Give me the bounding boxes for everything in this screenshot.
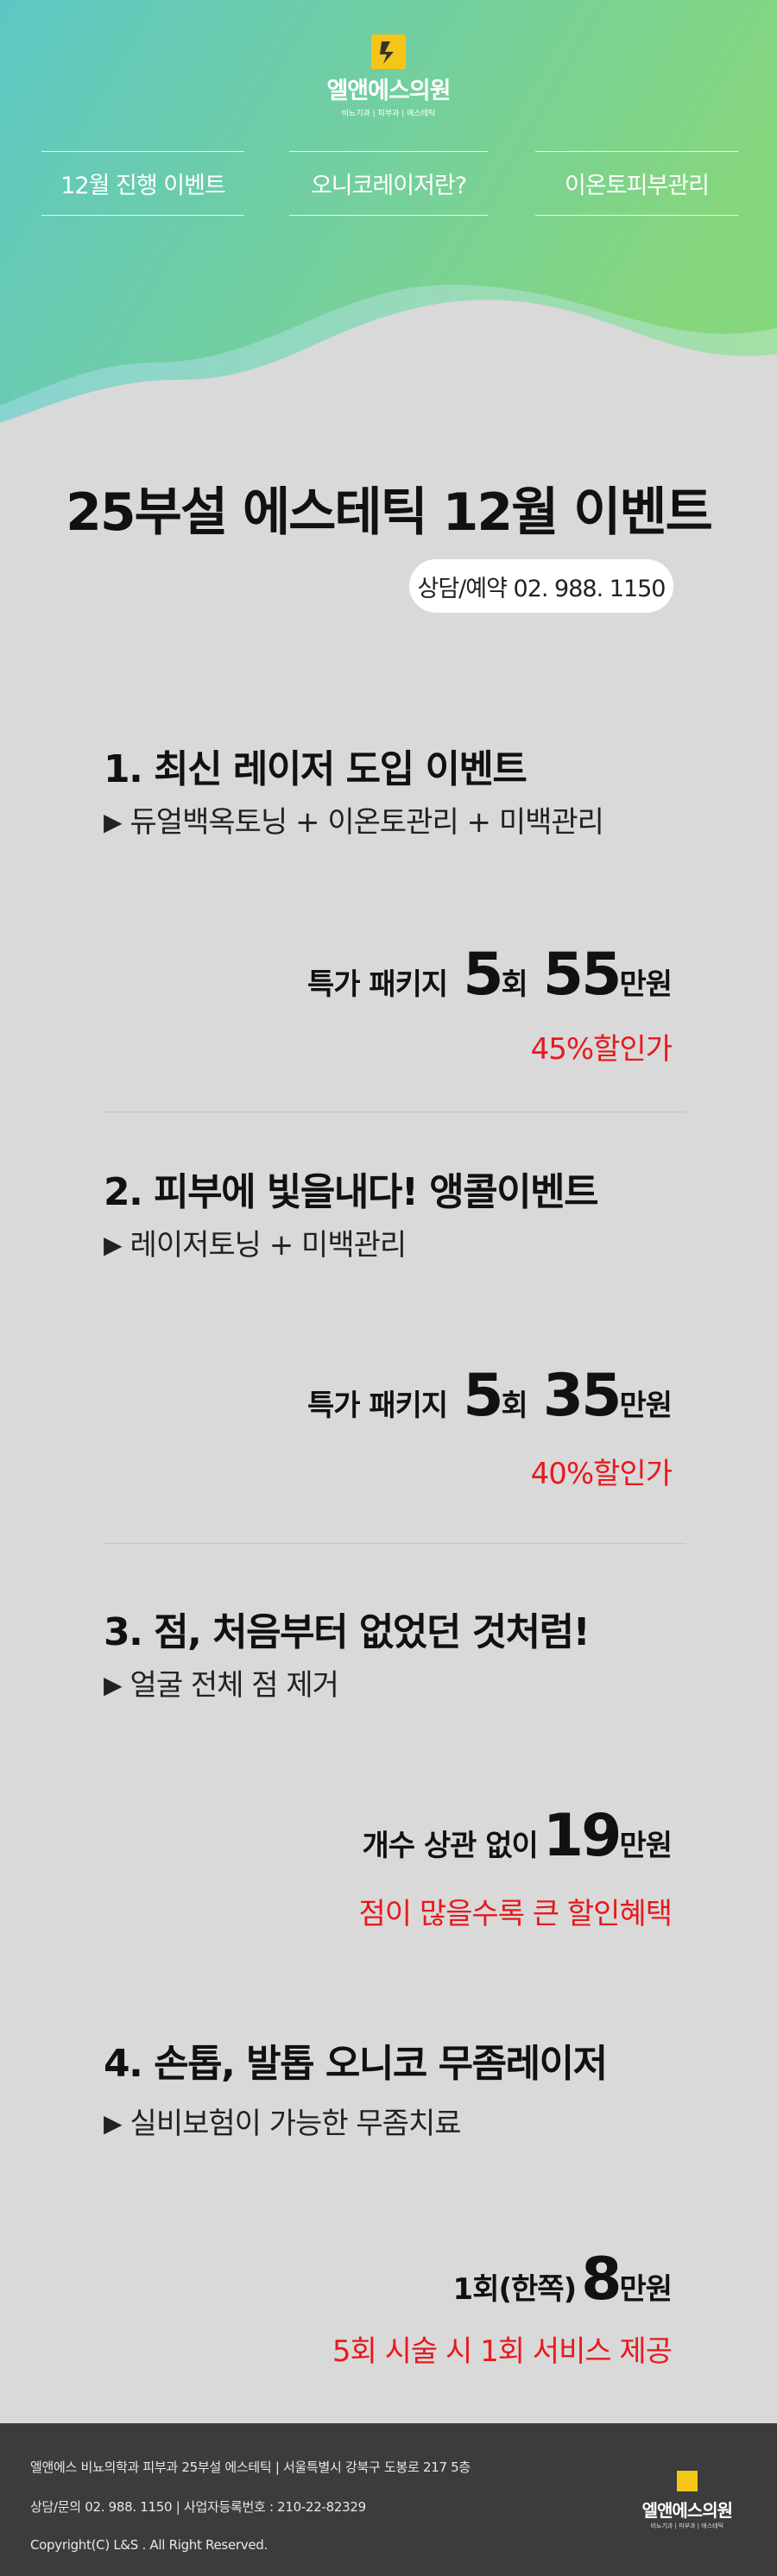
page-title: 25부설 에스테틱 12월 이벤트 bbox=[66, 482, 713, 543]
session-unit: 회 bbox=[501, 967, 528, 1002]
price-amount: 8 bbox=[581, 2245, 622, 2314]
event-discount-note: 점이 많을수록 큰 할인혜택 bbox=[358, 1897, 673, 1931]
divider bbox=[104, 1543, 686, 1544]
event-description-text: 듀얼백옥토닝 + 이온토관리 + 미백관리 bbox=[130, 805, 604, 840]
event-description: ▶ 실비보험이 가능한 무좀치료 bbox=[104, 2100, 462, 2142]
footer-brand-subtitle: 비뇨기과 | 피부과 | 에스테틱 bbox=[650, 2522, 724, 2529]
event-price: 1회(한쪽) 8 만원 bbox=[452, 2245, 673, 2314]
footer-logo: 엘앤에스의원 비뇨기과 | 피부과 | 에스테틱 bbox=[641, 2471, 733, 2530]
logo-mark-icon bbox=[371, 35, 406, 69]
contact-phone-button[interactable]: 상담/예약 02. 988. 1150 bbox=[409, 559, 673, 613]
footer-copyright: Copyright(C) L&S . All Right Reserved. bbox=[30, 2537, 268, 2553]
price-unit: 만원 bbox=[619, 2272, 673, 2307]
session-count: 5 bbox=[463, 941, 503, 1009]
play-arrow-icon: ▶ bbox=[104, 808, 123, 836]
event-discount-note: 40%할인가 bbox=[530, 1457, 673, 1491]
brand-name: 엘앤에스의원 bbox=[326, 78, 451, 104]
footer-address: 엘앤에스 비뇨의학과 피부과 25부설 에스테틱 | 서울특별시 강북구 도봉로… bbox=[30, 2459, 471, 2475]
price-amount: 19 bbox=[542, 1802, 622, 1870]
event-discount-note: 45%할인가 bbox=[530, 1032, 673, 1067]
header: 엘앤에스의원 비뇨기과 | 피부과 | 에스테틱 12월 진행 이벤트 오니코레… bbox=[0, 0, 777, 423]
nav-item-december-events[interactable]: 12월 진행 이벤트 bbox=[41, 151, 244, 216]
event-discount-note: 5회 시술 시 1회 서비스 제공 bbox=[332, 2334, 673, 2369]
event-title: 1. 최신 레이저 도입 이벤트 bbox=[104, 747, 527, 791]
event-title: 3. 점, 처음부터 없었던 것처럼! bbox=[104, 1610, 591, 1654]
price-label: 1회(한쪽) bbox=[452, 2272, 578, 2307]
event-price: 개수 상관 없이 19 만원 bbox=[362, 1802, 673, 1870]
event-description: ▶ 레이저토닝 + 미백관리 bbox=[104, 1221, 407, 1263]
footer-contact: 상담/문의 02. 988. 1150 | 사업자등록번호 : 210-22-8… bbox=[30, 2499, 366, 2515]
footer-brand-name: 엘앤에스의원 bbox=[641, 2500, 733, 2521]
event-description-text: 실비보험이 가능한 무좀치료 bbox=[130, 2107, 462, 2141]
brand-subtitle: 비뇨기과 | 피부과 | 에스테틱 bbox=[341, 110, 436, 118]
footer: 엘앤에스 비뇨의학과 피부과 25부설 에스테틱 | 서울특별시 강북구 도봉로… bbox=[0, 2423, 777, 2576]
price-unit: 만원 bbox=[619, 1389, 673, 1423]
price-label: 특가 패키지 bbox=[306, 1389, 448, 1423]
price-amount: 35 bbox=[542, 1362, 622, 1430]
price-amount: 55 bbox=[542, 941, 622, 1009]
play-arrow-icon: ▶ bbox=[104, 1231, 123, 1259]
session-count: 5 bbox=[463, 1362, 503, 1430]
nav-item-ionto-skincare[interactable]: 이온토피부관리 bbox=[535, 151, 738, 216]
event-description-text: 레이저토닝 + 미백관리 bbox=[130, 1228, 407, 1263]
play-arrow-icon: ▶ bbox=[104, 2109, 123, 2138]
event-description: ▶ 얼굴 전체 점 제거 bbox=[104, 1661, 339, 1704]
price-unit: 만원 bbox=[619, 967, 673, 1002]
event-description-text: 얼굴 전체 점 제거 bbox=[130, 1668, 339, 1703]
event-price: 특가 패키지 5 회 55 만원 bbox=[306, 941, 673, 1009]
brand-logo[interactable]: 엘앤에스의원 비뇨기과 | 피부과 | 에스테틱 bbox=[0, 35, 777, 118]
event-description: ▶ 듀얼백옥토닝 + 이온토관리 + 미백관리 bbox=[104, 798, 604, 841]
event-title: 2. 피부에 빛을내다! 앵콜이벤트 bbox=[104, 1170, 599, 1214]
event-price: 특가 패키지 5 회 35 만원 bbox=[306, 1362, 673, 1430]
session-unit: 회 bbox=[501, 1389, 528, 1423]
price-label: 개수 상관 없이 bbox=[362, 1829, 538, 1863]
logo-mark-icon bbox=[676, 2471, 698, 2491]
nav-item-onyco-laser[interactable]: 오니코레이저란? bbox=[289, 151, 488, 216]
top-nav: 12월 진행 이벤트 오니코레이저란? 이온토피부관리 bbox=[0, 151, 777, 216]
event-title: 4. 손톱, 발톱 오니코 무좀레이저 bbox=[104, 2042, 608, 2086]
price-label: 특가 패키지 bbox=[306, 967, 448, 1002]
price-unit: 만원 bbox=[619, 1829, 673, 1863]
play-arrow-icon: ▶ bbox=[104, 1671, 123, 1699]
